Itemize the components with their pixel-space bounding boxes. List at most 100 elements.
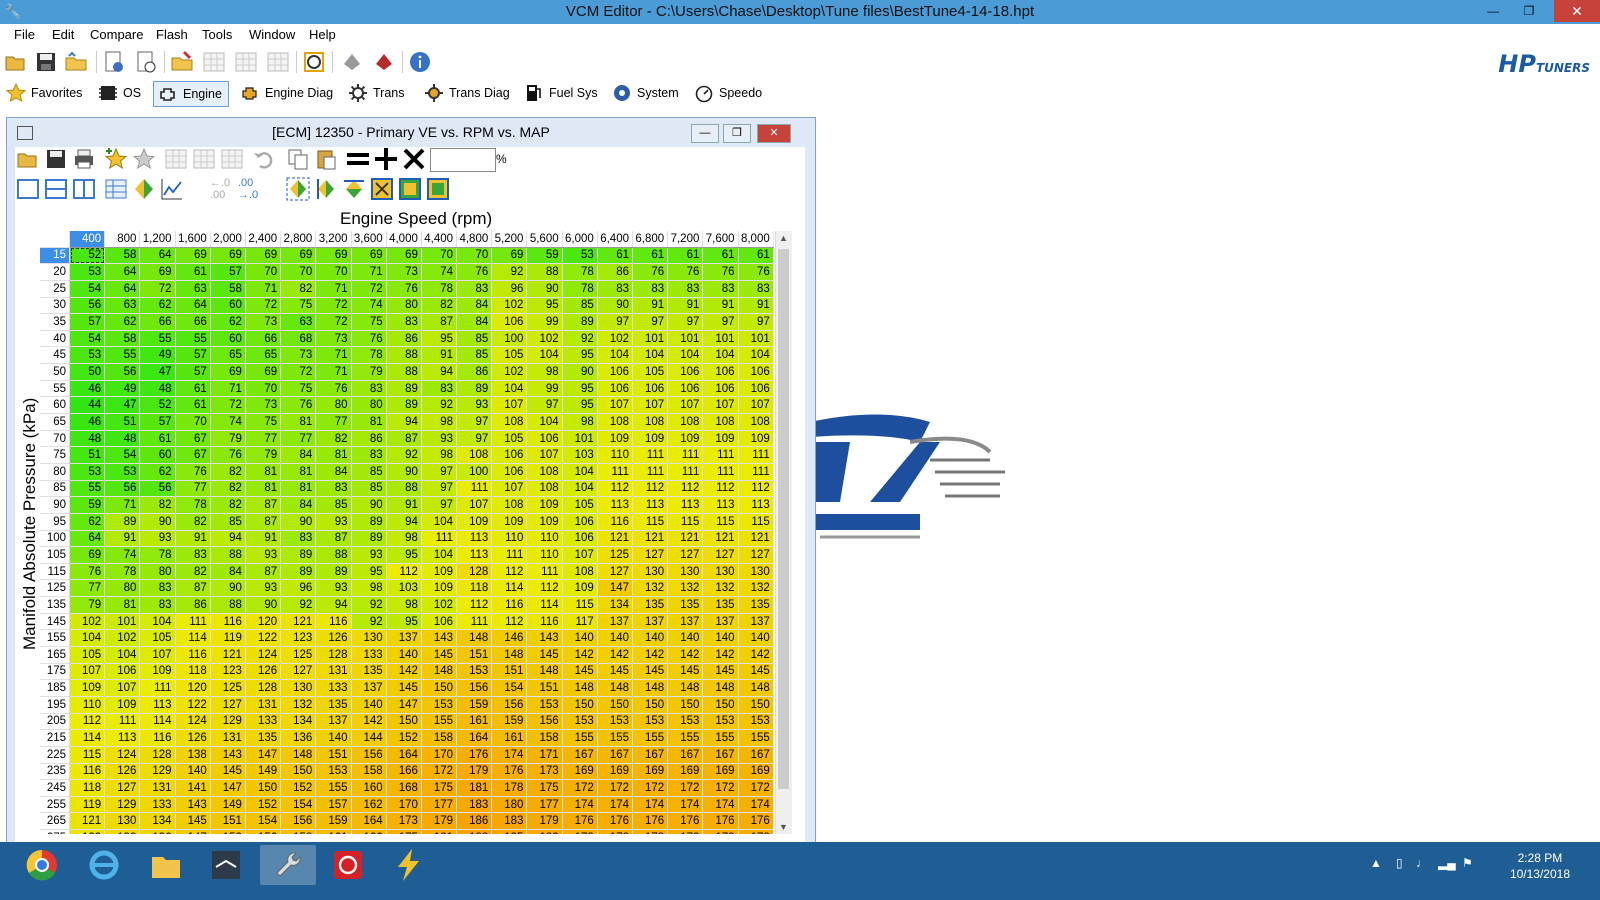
ve-cell[interactable]: 174 xyxy=(738,796,774,814)
ve-cell[interactable]: 137 xyxy=(386,629,422,648)
undo-icon[interactable] xyxy=(252,147,276,171)
ve-cell[interactable]: 92 xyxy=(280,596,317,614)
ve-cell[interactable]: 78 xyxy=(139,546,176,564)
map-row-header[interactable]: 15 xyxy=(40,247,70,265)
ve-cell[interactable]: 156 xyxy=(280,812,317,831)
lightning-app-icon[interactable] xyxy=(380,845,436,885)
ve-cell[interactable]: 47 xyxy=(139,363,176,381)
ve-cell[interactable]: 104 xyxy=(526,413,563,431)
ve-cell[interactable]: 169 xyxy=(562,763,598,781)
ve-cell[interactable]: 108 xyxy=(738,413,774,431)
ve-cell[interactable]: 58 xyxy=(210,280,246,298)
ve-cell[interactable]: 149 xyxy=(245,763,282,781)
ve-cell[interactable]: 88 xyxy=(315,546,352,564)
file-compare-icon[interactable] xyxy=(134,50,158,74)
ve-cell[interactable]: 94 xyxy=(386,513,422,531)
ve-cell[interactable]: 97 xyxy=(421,463,458,481)
ve-cell[interactable]: 102 xyxy=(597,330,634,348)
write-icon[interactable] xyxy=(372,50,396,74)
ve-cell[interactable]: 140 xyxy=(597,629,634,648)
ve-cell[interactable]: 56 xyxy=(104,363,141,381)
ve-cell[interactable]: 65 xyxy=(210,346,246,365)
ve-cell[interactable]: 89 xyxy=(104,513,141,531)
ve-cell[interactable]: 69 xyxy=(210,247,246,265)
ve-cell[interactable]: 48 xyxy=(139,380,176,398)
nav-engine-diag[interactable]: Engine Diag xyxy=(240,81,333,105)
ve-cell[interactable]: 80 xyxy=(139,563,176,581)
ve-cell[interactable]: 137 xyxy=(702,613,739,631)
ve-cell[interactable]: 107 xyxy=(104,679,141,697)
ve-cell[interactable]: 83 xyxy=(632,280,669,298)
ve-cell[interactable]: 153 xyxy=(456,663,493,681)
ve-cell[interactable]: 178 xyxy=(491,779,528,797)
ve-cell[interactable]: 180 xyxy=(491,796,528,814)
ve-cell[interactable]: 76 xyxy=(738,263,774,281)
ve-cell[interactable]: 58 xyxy=(104,330,141,348)
ve-cell[interactable]: 61 xyxy=(632,247,669,265)
ve-cell[interactable]: 54 xyxy=(69,330,106,348)
ve-cell[interactable]: 104 xyxy=(562,480,598,498)
ve-cell[interactable]: 82 xyxy=(210,463,246,481)
ve-cell[interactable]: 155 xyxy=(315,779,352,797)
rpm-column-header[interactable]: 2,800 xyxy=(280,231,317,248)
ve-cell[interactable]: 148 xyxy=(421,663,458,681)
ve-cell[interactable]: 105 xyxy=(632,363,669,381)
rpm-column-header[interactable]: 1,600 xyxy=(175,231,211,248)
ve-cell[interactable]: 75 xyxy=(280,297,317,315)
ve-cell[interactable]: 95 xyxy=(562,396,598,415)
ve-cell[interactable]: 137 xyxy=(667,613,704,631)
volume-icon[interactable]: ♩ xyxy=(1416,856,1428,870)
ve-cell[interactable]: 98 xyxy=(562,413,598,431)
ve-cell[interactable]: 77 xyxy=(315,413,352,431)
ve-cell[interactable]: 155 xyxy=(562,729,598,747)
ve-cell[interactable]: 107 xyxy=(562,546,598,564)
ve-cell[interactable]: 91 xyxy=(386,496,422,514)
ve-cell[interactable]: 91 xyxy=(245,530,282,548)
ve-cell[interactable]: 61 xyxy=(139,430,176,448)
ve-cell[interactable]: 73 xyxy=(245,396,282,415)
ve-cell[interactable]: 109 xyxy=(632,430,669,448)
ve-cell[interactable]: 69 xyxy=(245,363,282,381)
ve-cell[interactable]: 48 xyxy=(69,430,106,448)
ve-cell[interactable]: 121 xyxy=(597,530,634,548)
ve-cell[interactable]: 61 xyxy=(597,247,634,265)
ve-cell[interactable]: 91 xyxy=(738,297,774,315)
ve-cell[interactable]: 97 xyxy=(421,496,458,514)
ve-cell[interactable]: 173 xyxy=(386,812,422,831)
ve-cell[interactable]: 104 xyxy=(421,546,458,564)
ve-cell[interactable]: 178 xyxy=(562,829,598,834)
ve-cell[interactable]: 53 xyxy=(562,247,598,265)
color-fill-icon[interactable] xyxy=(132,177,156,201)
ve-cell[interactable]: 61 xyxy=(175,263,211,281)
ve-cell[interactable]: 108 xyxy=(632,413,669,431)
table-icon[interactable] xyxy=(202,50,226,74)
multiply-icon[interactable] xyxy=(402,147,426,171)
ve-cell[interactable]: 53 xyxy=(104,463,141,481)
ve-cell[interactable]: 135 xyxy=(315,696,352,714)
ve-cell[interactable]: 162 xyxy=(351,796,387,814)
ve-cell[interactable]: 124 xyxy=(104,746,141,764)
ve-cell[interactable]: 85 xyxy=(210,513,246,531)
nav-trans[interactable]: Trans xyxy=(348,81,405,105)
ve-cell[interactable]: 69 xyxy=(245,247,282,265)
ve-cell[interactable]: 137 xyxy=(738,613,774,631)
map-row-header[interactable]: 225 xyxy=(40,746,70,764)
ve-cell[interactable]: 144 xyxy=(351,729,387,747)
nav-engine[interactable]: Engine xyxy=(153,81,229,107)
ve-cell[interactable]: 91 xyxy=(104,530,141,548)
ve-cell[interactable]: 83 xyxy=(667,280,704,298)
ve-cell[interactable]: 159 xyxy=(456,696,493,714)
ve-cell[interactable]: 136 xyxy=(280,729,317,747)
ve-cell[interactable]: 83 xyxy=(175,546,211,564)
ve-cell[interactable]: 178 xyxy=(667,829,704,834)
ve-cell[interactable]: 145 xyxy=(597,663,634,681)
ve-cell[interactable]: 82 xyxy=(210,496,246,514)
ve-cell[interactable]: 95 xyxy=(526,297,563,315)
ve-cell[interactable]: 185 xyxy=(491,829,528,834)
rpm-column-header[interactable]: 2,000 xyxy=(210,231,246,248)
ve-cell[interactable]: 128 xyxy=(315,646,352,664)
rpm-column-header[interactable]: 7,200 xyxy=(667,231,704,248)
map-row-header[interactable]: 95 xyxy=(40,513,70,531)
ve-cell[interactable]: 148 xyxy=(702,679,739,697)
ve-cell[interactable]: 112 xyxy=(702,480,739,498)
